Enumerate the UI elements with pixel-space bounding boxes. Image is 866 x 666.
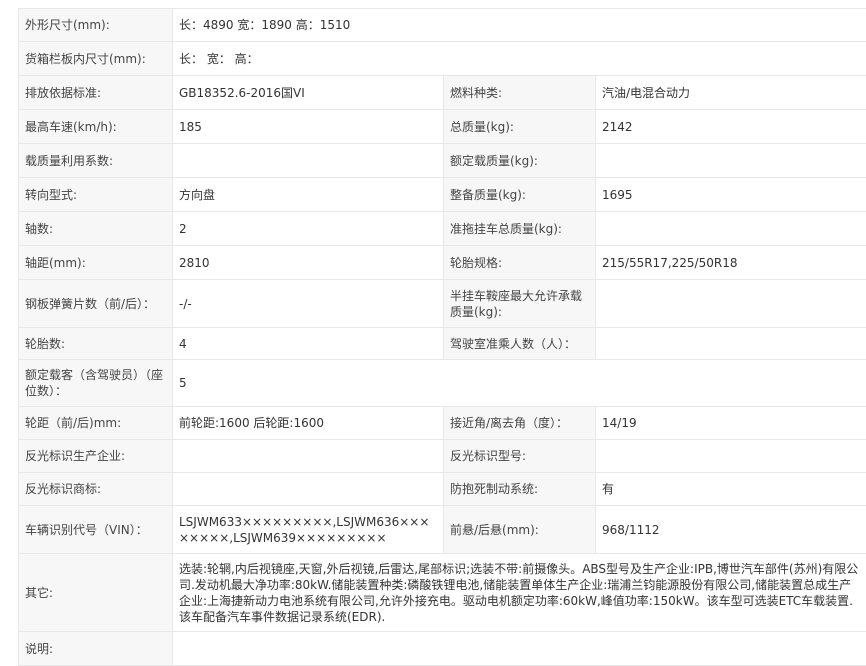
field-value: 方向盘: [173, 178, 444, 212]
field-value: [173, 473, 444, 506]
table-row: 货箱栏板内尺寸(mm): 长： 宽： 高：: [19, 42, 866, 76]
field-label: 轴距(mm):: [19, 246, 173, 280]
field-label: 轮胎数:: [19, 328, 173, 360]
field-label: 其它:: [19, 554, 173, 632]
table-row: 转向型式: 方向盘 整备质量(kg): 1695: [19, 178, 866, 212]
field-label: 载质量利用系数:: [19, 144, 173, 178]
field-value: [596, 328, 866, 360]
table-row: 轮距（前/后)mm: 前轮距:1600 后轮距:1600 接近角/离去角（度）：…: [19, 407, 866, 440]
field-label: 外形尺寸(mm):: [19, 9, 173, 42]
field-value: [173, 440, 444, 473]
table-row: 其它: 选装:轮辋,内后视镜座,天窗,外后视镜,后雷达,尾部标识;选装不带:前摄…: [19, 554, 866, 632]
field-label: 前悬/后悬(mm):: [444, 506, 596, 554]
field-label: 燃料种类:: [444, 76, 596, 110]
field-value: GB18352.6-2016国VI: [173, 76, 444, 110]
field-label: 额定载质量(kg):: [444, 144, 596, 178]
field-value: 1695: [596, 178, 866, 212]
field-value: -/-: [173, 280, 444, 328]
field-label: 半挂车鞍座最大允许承载质量(kg):: [444, 280, 596, 328]
field-value: 长：4890 宽：1890 高：1510: [173, 9, 866, 42]
field-label: 总质量(kg):: [444, 110, 596, 144]
table-row: 车辆识别代号（VIN）： LSJWM633×××××××××,LSJWM636×…: [19, 506, 866, 554]
field-value: 968/1112: [596, 506, 866, 554]
field-value: [596, 212, 866, 246]
table-row: 外形尺寸(mm): 长：4890 宽：1890 高：1510: [19, 9, 866, 42]
table-row: 轴距(mm): 2810 轮胎规格: 215/55R17,225/50R18: [19, 246, 866, 280]
field-value: 4: [173, 328, 444, 360]
field-label: 防抱死制动系统:: [444, 473, 596, 506]
field-label: 轴数:: [19, 212, 173, 246]
table-row: 最高车速(km/h): 185 总质量(kg): 2142: [19, 110, 866, 144]
table-row: 反光标识商标: 防抱死制动系统: 有: [19, 473, 866, 506]
field-value: 前轮距:1600 后轮距:1600: [173, 407, 444, 440]
field-value: [173, 144, 444, 178]
field-label: 驾驶室准乘人数（人）：: [444, 328, 596, 360]
field-value: 汽油/电混合动力: [596, 76, 866, 110]
field-label: 准拖挂车总质量(kg):: [444, 212, 596, 246]
field-value: [596, 280, 866, 328]
table-row: 说明:: [19, 632, 866, 666]
field-value: [173, 632, 866, 666]
table-row: 轴数: 2 准拖挂车总质量(kg):: [19, 212, 866, 246]
field-label: 反光标识生产企业:: [19, 440, 173, 473]
field-label: 排放依据标准:: [19, 76, 173, 110]
field-value: 2142: [596, 110, 866, 144]
field-value: 有: [596, 473, 866, 506]
table-row: 排放依据标准: GB18352.6-2016国VI 燃料种类: 汽油/电混合动力: [19, 76, 866, 110]
field-label: 额定载客（含驾驶员）（座位数）：: [19, 360, 173, 407]
field-label: 说明:: [19, 632, 173, 666]
field-value: 选装:轮辋,内后视镜座,天窗,外后视镜,后雷达,尾部标识;选装不带:前摄像头。A…: [173, 554, 866, 632]
table-row: 载质量利用系数: 额定载质量(kg):: [19, 144, 866, 178]
field-value: 14/19: [596, 407, 866, 440]
field-label: 接近角/离去角（度）：: [444, 407, 596, 440]
field-label: 货箱栏板内尺寸(mm):: [19, 42, 173, 76]
field-value: LSJWM633×××××××××,LSJWM636××××××××,LSJWM…: [173, 506, 444, 554]
table-row: 额定载客（含驾驶员）（座位数）： 5: [19, 360, 866, 407]
field-label: 反光标识型号:: [444, 440, 596, 473]
field-label: 转向型式:: [19, 178, 173, 212]
page: { "rows": [ {"cells": [ {"label": "外形尺寸(…: [0, 0, 866, 655]
field-value: 215/55R17,225/50R18: [596, 246, 866, 280]
field-label: 最高车速(km/h):: [19, 110, 173, 144]
table-row: 反光标识生产企业: 反光标识型号:: [19, 440, 866, 473]
field-value: [596, 144, 866, 178]
field-value: 185: [173, 110, 444, 144]
field-value: [596, 440, 866, 473]
field-label: 整备质量(kg):: [444, 178, 596, 212]
table-row: 钢板弹簧片数（前/后）： -/- 半挂车鞍座最大允许承载质量(kg):: [19, 280, 866, 328]
field-value: 5: [173, 360, 866, 407]
field-value: 2: [173, 212, 444, 246]
field-label: 车辆识别代号（VIN）：: [19, 506, 173, 554]
field-label: 反光标识商标:: [19, 473, 173, 506]
field-label: 轮距（前/后)mm:: [19, 407, 173, 440]
field-label: 钢板弹簧片数（前/后）：: [19, 280, 173, 328]
field-value: 2810: [173, 246, 444, 280]
spec-table: 外形尺寸(mm): 长：4890 宽：1890 高：1510 货箱栏板内尺寸(m…: [18, 8, 866, 666]
table-row: 轮胎数: 4 驾驶室准乘人数（人）：: [19, 328, 866, 360]
field-value: 长： 宽： 高：: [173, 42, 866, 76]
field-label: 轮胎规格:: [444, 246, 596, 280]
